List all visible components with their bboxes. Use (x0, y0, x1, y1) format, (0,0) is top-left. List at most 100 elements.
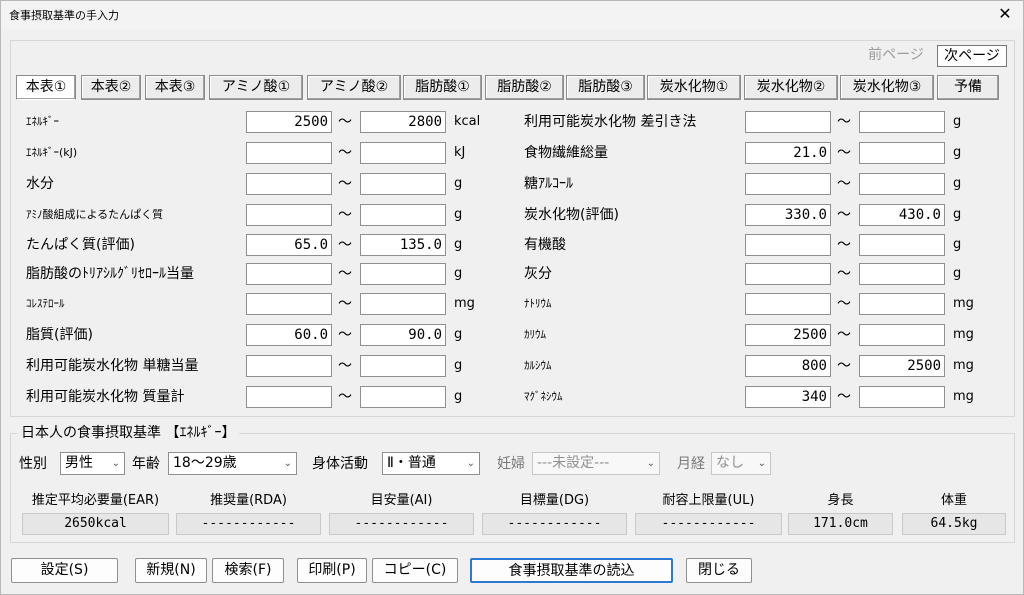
next-page-button[interactable]: 次ページ (937, 45, 1007, 67)
prev-page-button[interactable]: 前ページ (861, 45, 931, 67)
right-label-3: 炭水化物(評価) (524, 207, 619, 223)
tab-12[interactable]: 予備 (937, 75, 999, 100)
right-min-input-2[interactable] (745, 173, 831, 195)
right-max-input-0[interactable] (859, 111, 945, 133)
right-unit-0: g (953, 114, 962, 129)
left-tilde-1: ～ (338, 145, 352, 161)
left-max-input-4[interactable]: 135.0 (360, 234, 446, 256)
pregnant-value: ---未設定--- (537, 455, 610, 471)
right-max-input-8[interactable]: 2500 (859, 355, 945, 377)
tab-2[interactable]: 本表② (81, 75, 141, 100)
sex-label: 性別 (19, 456, 47, 472)
standard-header-6: 身長 (827, 493, 854, 508)
right-min-input-5[interactable] (745, 263, 831, 285)
right-max-input-1[interactable] (859, 142, 945, 164)
right-label-7: ｶﾘｳﾑ (524, 328, 546, 341)
standard-value-5: ------------ (635, 513, 782, 535)
right-max-input-9[interactable] (859, 386, 945, 408)
right-max-input-4[interactable] (859, 234, 945, 256)
right-min-input-0[interactable] (745, 111, 831, 133)
right-min-input-1[interactable]: 21.0 (745, 142, 831, 164)
left-max-input-7[interactable]: 90.0 (360, 324, 446, 346)
tab-4[interactable]: アミノ酸① (209, 75, 303, 100)
left-tilde-5: ～ (338, 266, 352, 282)
right-max-input-6[interactable] (859, 293, 945, 315)
right-min-input-8[interactable]: 800 (745, 355, 831, 377)
tab-10[interactable]: 炭水化物② (744, 75, 838, 100)
tab-8[interactable]: 脂肪酸③ (566, 75, 645, 100)
left-max-input-0[interactable]: 2800 (360, 111, 446, 133)
left-min-input-5[interactable] (246, 263, 332, 285)
left-tilde-2: ～ (338, 176, 352, 192)
left-label-8: 利用可能炭水化物 単糖当量 (26, 358, 199, 374)
sex-select[interactable]: 男性 ⌄ (60, 452, 125, 475)
right-unit-5: g (953, 266, 962, 281)
right-label-1: 食物繊維総量 (524, 145, 608, 161)
right-label-0: 利用可能炭水化物 差引き法 (524, 114, 697, 130)
left-max-input-2[interactable] (360, 173, 446, 195)
right-tilde-7: ～ (837, 327, 851, 343)
left-min-input-6[interactable] (246, 293, 332, 315)
right-tilde-0: ～ (837, 114, 851, 130)
right-min-input-4[interactable] (745, 234, 831, 256)
load-standard-button[interactable]: 食事摂取基準の読込 (470, 558, 673, 583)
right-min-input-7[interactable]: 2500 (745, 324, 831, 346)
new-button[interactable]: 新規(N) (135, 558, 207, 583)
right-min-input-3[interactable]: 330.0 (745, 204, 831, 226)
left-max-input-9[interactable] (360, 386, 446, 408)
copy-button[interactable]: コピー(C) (372, 558, 458, 583)
standard-value-2: ------------ (176, 513, 321, 535)
right-label-2: 糖ｱﾙｺｰﾙ (524, 176, 573, 192)
sex-value: 男性 (65, 455, 93, 471)
chevron-down-icon: ⌄ (111, 458, 120, 469)
standard-header-2: 推奨量(RDA) (210, 493, 287, 508)
tab-6[interactable]: 脂肪酸① (403, 75, 482, 100)
standard-header-1: 推定平均必要量(EAR) (31, 493, 160, 508)
close-icon[interactable]: ✕ (995, 4, 1015, 24)
left-min-input-9[interactable] (246, 386, 332, 408)
left-tilde-8: ～ (338, 358, 352, 374)
left-max-input-8[interactable] (360, 355, 446, 377)
close-button[interactable]: 閉じる (686, 558, 752, 583)
activity-select[interactable]: Ⅱ・普通 ⌄ (382, 452, 480, 475)
tab-9[interactable]: 炭水化物① (647, 75, 741, 100)
settings-button[interactable]: 設定(S) (11, 558, 118, 583)
right-min-input-6[interactable] (745, 293, 831, 315)
left-max-input-3[interactable] (360, 204, 446, 226)
right-tilde-2: ～ (837, 176, 851, 192)
right-max-input-7[interactable] (859, 324, 945, 346)
tab-1[interactable]: 本表① (16, 75, 76, 100)
search-button[interactable]: 検索(F) (212, 558, 284, 583)
left-min-input-2[interactable] (246, 173, 332, 195)
tab-5[interactable]: アミノ酸② (307, 75, 401, 100)
left-min-input-4[interactable]: 65.0 (246, 234, 332, 256)
left-min-input-8[interactable] (246, 355, 332, 377)
right-max-input-3[interactable]: 430.0 (859, 204, 945, 226)
left-max-input-1[interactable] (360, 142, 446, 164)
left-min-input-0[interactable]: 2500 (246, 111, 332, 133)
right-max-input-5[interactable] (859, 263, 945, 285)
standard-header-4: 目標量(DG) (519, 493, 590, 508)
tab-3[interactable]: 本表③ (145, 75, 205, 100)
right-max-input-2[interactable] (859, 173, 945, 195)
left-max-input-5[interactable] (360, 263, 446, 285)
tab-7[interactable]: 脂肪酸② (485, 75, 564, 100)
right-label-9: ﾏｸﾞﾈｼｳﾑ (524, 390, 563, 403)
right-min-input-9[interactable]: 340 (745, 386, 831, 408)
age-select[interactable]: 18～29歳 ⌄ (168, 452, 297, 475)
right-tilde-9: ～ (837, 389, 851, 405)
left-min-input-3[interactable] (246, 204, 332, 226)
age-value: 18～29歳 (173, 455, 237, 471)
right-unit-1: g (953, 145, 962, 160)
left-min-input-7[interactable]: 60.0 (246, 324, 332, 346)
left-unit-6: mg (454, 296, 475, 311)
activity-label: 身体活動 (312, 456, 368, 472)
left-unit-9: g (454, 389, 463, 404)
chevron-down-icon: ⌄ (646, 458, 655, 469)
left-min-input-1[interactable] (246, 142, 332, 164)
left-label-0: ｴﾈﾙｷﾞｰ (26, 115, 59, 128)
left-label-2: 水分 (26, 176, 54, 192)
left-max-input-6[interactable] (360, 293, 446, 315)
tab-11[interactable]: 炭水化物③ (840, 75, 934, 100)
print-button[interactable]: 印刷(P) (297, 558, 367, 583)
